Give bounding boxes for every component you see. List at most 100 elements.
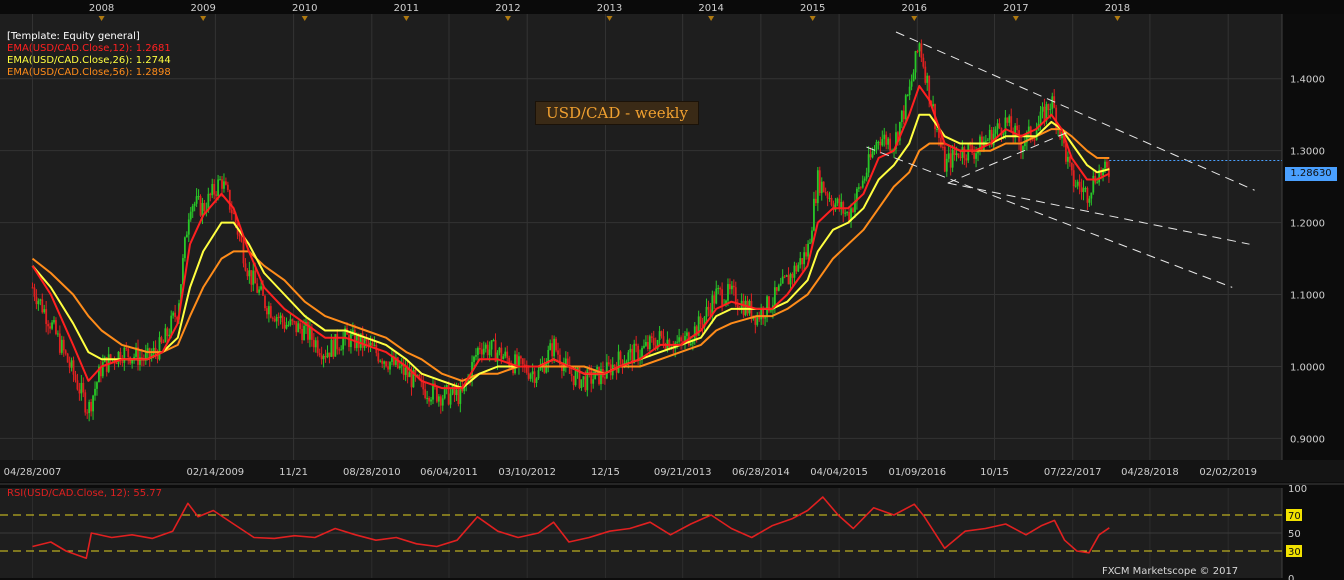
candle-body <box>201 203 204 216</box>
candle-body <box>963 147 966 159</box>
candle-body <box>209 193 212 196</box>
candle-body <box>477 348 479 356</box>
candle-body <box>189 211 192 220</box>
date-tick-label: 04/28/2007 <box>4 467 62 478</box>
candle-body <box>1068 156 1071 163</box>
candle-body <box>838 198 841 209</box>
candle-body <box>45 309 48 324</box>
candle-body <box>33 287 36 297</box>
candle-body <box>273 318 276 322</box>
candle-body <box>55 320 57 334</box>
candle-body <box>172 312 175 316</box>
candle-body <box>1078 181 1081 187</box>
candle-body <box>225 181 227 185</box>
rsi-legend: RSI(USD/CAD.Close, 12): 55.77 <box>7 488 162 499</box>
candle-body <box>1084 188 1087 190</box>
last-price-tag: 1.28630 <box>1285 167 1337 181</box>
candle-body <box>680 337 682 342</box>
candle-body <box>994 129 997 134</box>
candle-body <box>381 360 384 364</box>
price-tick-label: 1.1000 <box>1290 291 1325 302</box>
candle-body <box>803 252 806 265</box>
candle-body <box>818 170 821 194</box>
candle-body <box>115 363 118 365</box>
candle-body <box>445 385 448 388</box>
candle-body <box>226 184 229 190</box>
candle-body <box>1031 139 1034 141</box>
candle-body <box>301 328 303 341</box>
ema26-legend: EMA(USD/CAD.Close,26): 1.2744 <box>7 55 171 66</box>
candle-body <box>824 192 827 194</box>
candle-body <box>478 348 481 350</box>
candle-body <box>373 344 376 346</box>
candle-body <box>807 243 809 257</box>
candle-body <box>580 379 583 388</box>
candle-body <box>582 376 585 380</box>
candle-body <box>441 398 444 406</box>
candle-body <box>1086 188 1089 203</box>
candle-body <box>426 397 429 399</box>
year-label: 2011 <box>394 3 419 14</box>
candle-body <box>295 321 298 333</box>
candle-body <box>883 134 886 140</box>
candle-body <box>713 295 716 304</box>
candle-body <box>951 149 954 168</box>
candle-body <box>519 356 522 359</box>
candle-body <box>185 234 188 238</box>
candle-body <box>729 284 731 290</box>
candle-body <box>607 362 610 365</box>
candle-body <box>324 355 327 358</box>
candle-body <box>1090 192 1093 199</box>
candle-body <box>984 140 987 142</box>
candle-body <box>256 283 259 293</box>
year-label: 2017 <box>1003 3 1028 14</box>
candle-body <box>254 270 257 284</box>
candle-body <box>486 344 489 356</box>
candle-body <box>844 212 847 214</box>
candle-body <box>385 361 388 367</box>
candle-body <box>480 349 483 355</box>
candle-body <box>43 309 46 313</box>
candle-body <box>66 353 69 363</box>
candle-body <box>1066 156 1069 162</box>
candle-body <box>88 401 91 414</box>
candle-body <box>500 347 503 360</box>
candle-body <box>736 304 739 309</box>
candle-body <box>1049 108 1052 111</box>
candle-body <box>248 270 251 277</box>
candle-body <box>58 333 61 353</box>
candle-body <box>64 350 67 354</box>
date-tick-label: 08/28/2010 <box>343 467 401 478</box>
candle-body <box>707 306 710 310</box>
candle-body <box>379 360 382 362</box>
candle-body <box>78 389 81 394</box>
candle-body <box>967 144 970 161</box>
candle-body <box>283 322 286 329</box>
candle-body <box>908 86 911 95</box>
candle-body <box>316 340 319 354</box>
candle-body <box>117 351 120 364</box>
candle-body <box>410 372 413 388</box>
candle-body <box>885 134 888 145</box>
candle-body <box>627 352 630 362</box>
candle-body <box>830 197 833 205</box>
candle-body <box>408 372 411 378</box>
candle-body <box>387 366 389 370</box>
candle-body <box>217 179 219 196</box>
candle-body <box>94 388 96 396</box>
candle-body <box>484 344 487 349</box>
date-tick-label: 04/04/2015 <box>810 467 868 478</box>
candle-body <box>230 209 233 214</box>
candle-body <box>1033 139 1036 141</box>
candle-body <box>291 319 294 322</box>
ema12-legend: EMA(USD/CAD.Close,12): 1.2681 <box>7 43 171 54</box>
candle-body <box>777 285 780 291</box>
candle-body <box>584 376 587 391</box>
candle-body <box>953 149 956 156</box>
candle-body <box>969 144 972 146</box>
candle-body <box>211 183 214 196</box>
candle-body <box>1074 185 1077 187</box>
candle-body <box>398 366 401 369</box>
candle-body <box>705 306 708 317</box>
candle-body <box>498 347 501 353</box>
